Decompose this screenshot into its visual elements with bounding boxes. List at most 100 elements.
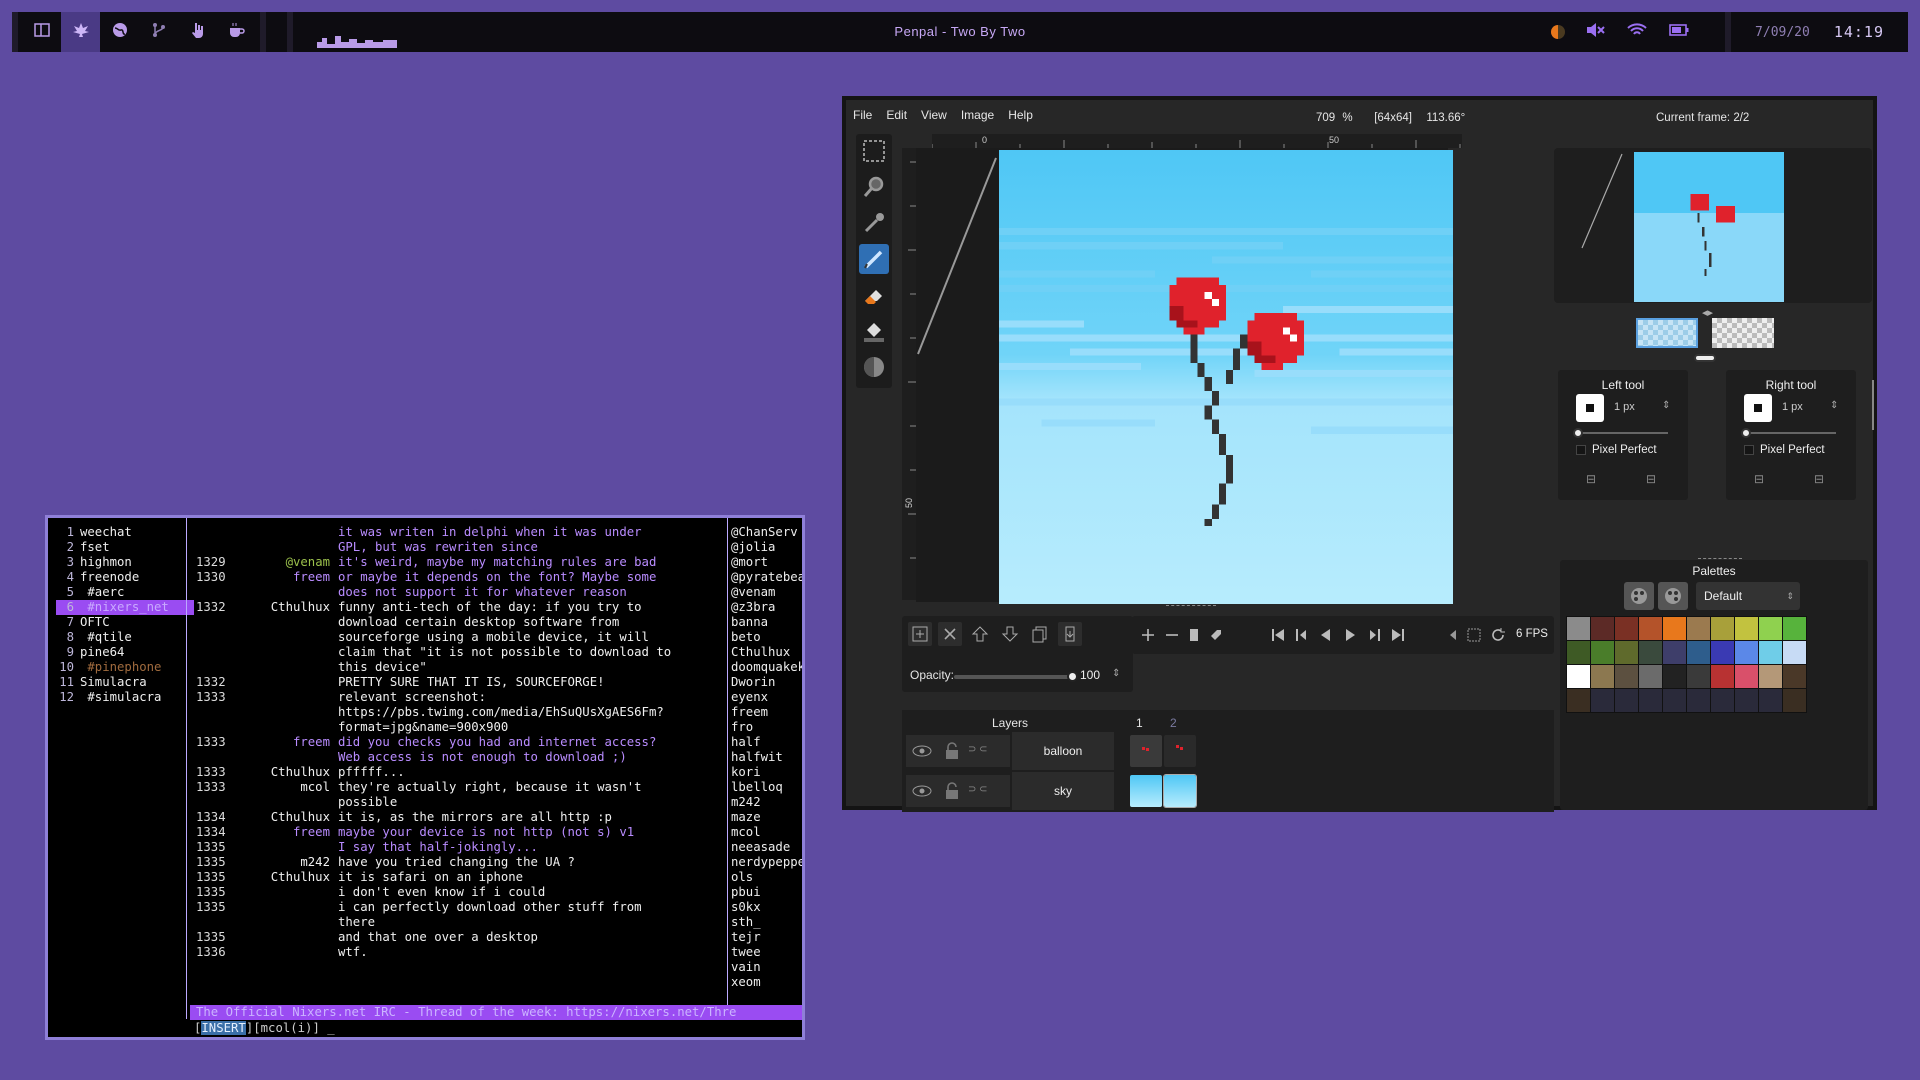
- palette-swatch[interactable]: [1782, 664, 1807, 689]
- buffer-item[interactable]: 11 Simulacra: [56, 675, 194, 690]
- right-mirror-horizontal-icon[interactable]: ⊟: [1754, 472, 1764, 486]
- nick-item[interactable]: pbui: [731, 885, 802, 900]
- buffer-item[interactable]: 3 highmon: [56, 555, 194, 570]
- edit-palette-icon[interactable]: [1658, 582, 1688, 610]
- buffer-item[interactable]: 1 weechat: [56, 525, 194, 540]
- play-icon[interactable]: [1338, 623, 1362, 647]
- nick-item[interactable]: doomquakekeen: [731, 660, 802, 675]
- palette-swatch[interactable]: [1758, 640, 1783, 665]
- palette-swatch[interactable]: [1686, 688, 1711, 713]
- opacity-slider[interactable]: [954, 671, 1078, 682]
- pencil-tool-icon[interactable]: [859, 244, 889, 274]
- palette-swatch[interactable]: [1782, 616, 1807, 641]
- onion-skin-icon[interactable]: [1462, 623, 1486, 647]
- buffer-item[interactable]: 8 #qtile: [56, 630, 194, 645]
- remove-frame-icon[interactable]: [1160, 623, 1184, 647]
- nick-item[interactable]: freem: [731, 705, 802, 720]
- buffer-item[interactable]: 7 OFTC: [56, 615, 194, 630]
- nick-item[interactable]: kori: [731, 765, 802, 780]
- canvas-preview[interactable]: [1554, 148, 1872, 303]
- nick-item[interactable]: beto: [731, 630, 802, 645]
- left-size-spinner-icon[interactable]: ⇕: [1662, 400, 1670, 411]
- palette-swatch[interactable]: [1566, 688, 1591, 713]
- move-layer-up-icon[interactable]: [968, 622, 992, 646]
- palette-swatch[interactable]: [1590, 616, 1615, 641]
- zoom-tool-icon[interactable]: [859, 172, 889, 202]
- frame-number-1[interactable]: 1: [1136, 716, 1143, 730]
- pixel-editor-window[interactable]: File Edit View Image Help 709 % [64x64] 113.…: [842, 96, 1877, 812]
- nick-item[interactable]: @z3bra: [731, 600, 802, 615]
- left-mirror-vertical-icon[interactable]: ⊟: [1646, 472, 1656, 486]
- wifi-icon[interactable]: [1627, 22, 1647, 42]
- cel-balloon-1[interactable]: [1130, 735, 1162, 767]
- right-size-spinner-icon[interactable]: ⇕: [1830, 400, 1838, 411]
- canvas-artwork[interactable]: [999, 150, 1453, 604]
- nick-item[interactable]: banna: [731, 615, 802, 630]
- nick-item[interactable]: neeasade: [731, 840, 802, 855]
- palette-swatch[interactable]: [1710, 688, 1735, 713]
- move-layer-down-icon[interactable]: [998, 622, 1022, 646]
- buffer-item[interactable]: 5 #aerc: [56, 585, 194, 600]
- last-frame-icon[interactable]: [1386, 623, 1410, 647]
- menu-file[interactable]: File: [846, 108, 879, 126]
- right-mirror-vertical-icon[interactable]: ⊟: [1814, 472, 1824, 486]
- palette-swatch[interactable]: [1710, 616, 1735, 641]
- visibility-icon[interactable]: [910, 779, 934, 803]
- menu-edit[interactable]: Edit: [879, 108, 914, 126]
- nick-item[interactable]: m242: [731, 795, 802, 810]
- nick-item[interactable]: @ChanServ: [731, 525, 802, 540]
- secondary-color-swatch[interactable]: [1712, 318, 1774, 348]
- palette-swatch[interactable]: [1590, 688, 1615, 713]
- layer-row-balloon[interactable]: ⊃ ⊂ balloon: [902, 732, 1554, 770]
- merge-down-icon[interactable]: [1058, 622, 1082, 646]
- nick-item[interactable]: @pyratebeard: [731, 570, 802, 585]
- palette-swatch[interactable]: [1662, 664, 1687, 689]
- volume-muted-icon[interactable]: [1587, 22, 1605, 42]
- battery-icon[interactable]: [1669, 23, 1689, 41]
- palette-swatch[interactable]: [1614, 664, 1639, 689]
- palette-swatch[interactable]: [1782, 640, 1807, 665]
- layer-name-balloon[interactable]: balloon: [1012, 732, 1114, 770]
- palette-swatch[interactable]: [1590, 640, 1615, 665]
- input-line[interactable]: [INSERT][mcol(i)] _: [190, 1021, 802, 1036]
- nick-item[interactable]: vain: [731, 960, 802, 975]
- nick-item[interactable]: maze: [731, 810, 802, 825]
- left-brush-icon[interactable]: [1576, 394, 1604, 422]
- swap-colors-toggle[interactable]: [1694, 354, 1716, 362]
- palette-swatch[interactable]: [1614, 640, 1639, 665]
- play-backwards-icon[interactable]: [1314, 623, 1338, 647]
- next-frame-icon[interactable]: [1362, 623, 1386, 647]
- clone-frame-icon[interactable]: [1182, 623, 1206, 647]
- palette-swatch[interactable]: [1758, 616, 1783, 641]
- nick-item[interactable]: @venam: [731, 585, 802, 600]
- cel-sky-2[interactable]: [1163, 774, 1197, 808]
- menu-view[interactable]: View: [914, 108, 954, 126]
- shading-tool-icon[interactable]: [859, 352, 889, 382]
- nick-item[interactable]: sth_: [731, 915, 802, 930]
- duplicate-layer-icon[interactable]: [1028, 622, 1052, 646]
- right-pixel-perfect-checkbox[interactable]: [1744, 445, 1754, 455]
- palette-select[interactable]: Default ⇕: [1696, 582, 1800, 610]
- palette-swatch[interactable]: [1638, 616, 1663, 641]
- visibility-icon[interactable]: [910, 739, 934, 763]
- nick-item[interactable]: half: [731, 735, 802, 750]
- add-palette-icon[interactable]: [1624, 582, 1654, 610]
- buffer-item[interactable]: 12 #simulacra: [56, 690, 194, 705]
- remove-layer-icon[interactable]: [938, 622, 962, 646]
- nick-item[interactable]: s0kx: [731, 900, 802, 915]
- frame-number-2[interactable]: 2: [1170, 716, 1177, 730]
- contrast-icon[interactable]: [1551, 25, 1566, 39]
- cel-sky-1[interactable]: [1130, 775, 1162, 807]
- loop-icon[interactable]: [1486, 623, 1510, 647]
- right-brush-icon[interactable]: [1744, 394, 1772, 422]
- weechat-window[interactable]: 1 weechat 2 fset 3 highmon 4 freenode 5 #aerc 6 #…: [45, 515, 805, 1040]
- buffer-item[interactable]: 2 fset: [56, 540, 194, 555]
- nick-item[interactable]: ols: [731, 870, 802, 885]
- palette-swatch[interactable]: [1566, 664, 1591, 689]
- palette-swatch[interactable]: [1686, 664, 1711, 689]
- palette-swatch[interactable]: [1758, 664, 1783, 689]
- nick-item[interactable]: tejr: [731, 930, 802, 945]
- palette-swatch[interactable]: [1638, 664, 1663, 689]
- left-pixel-perfect-checkbox[interactable]: [1576, 445, 1586, 455]
- opacity-value[interactable]: 100: [1080, 668, 1100, 682]
